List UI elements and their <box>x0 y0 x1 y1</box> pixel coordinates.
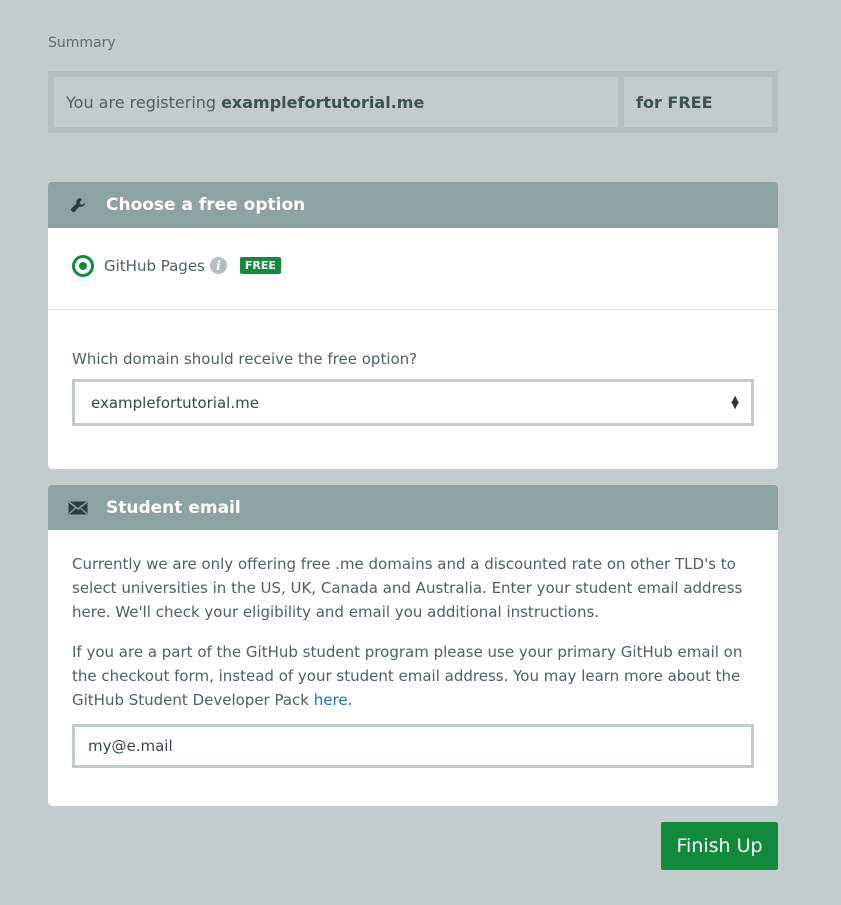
domain-select[interactable]: examplefortutorial.me ▲ ▼ <box>72 379 754 426</box>
student-email-title: Student email <box>106 497 241 518</box>
select-arrows-icon: ▲ ▼ <box>731 393 739 411</box>
radio-selected-dot <box>79 261 87 270</box>
email-input-value: my@e.mail <box>88 737 173 755</box>
student-email-input[interactable]: my@e.mail <box>72 724 754 768</box>
registering-domain: examplefortutorial.me <box>221 92 425 112</box>
github-pages-label: GitHub Pages <box>104 256 205 275</box>
info-icon[interactable]: i <box>209 257 227 274</box>
summary-box: You are registering examplefortutorial.m… <box>48 71 778 133</box>
free-badge: FREE <box>239 257 281 274</box>
paragraph-period: . <box>347 691 353 709</box>
envelope-icon <box>68 498 88 518</box>
domain-select-value: examplefortutorial.me <box>91 393 259 412</box>
developer-pack-link[interactable]: here <box>314 691 348 709</box>
student-email-header: Student email <box>48 485 778 530</box>
free-option-title: Choose a free option <box>106 195 306 215</box>
free-option-panel: Choose a free option GitHub Pages i FREE… <box>48 182 778 469</box>
registering-domain-text: You are registering examplefortutorial.m… <box>54 77 618 127</box>
wrench-icon <box>68 195 88 215</box>
eligibility-paragraph: Currently we are only offering free .me … <box>72 555 743 621</box>
student-email-panel: Student email Currently we are only offe… <box>48 485 778 806</box>
registering-prefix: You are registering <box>66 92 217 112</box>
domain-question: Which domain should receive the free opt… <box>72 350 418 368</box>
finish-up-button[interactable]: Finish Up <box>661 822 778 870</box>
github-pages-radio[interactable] <box>72 254 94 277</box>
student-email-text: Currently we are only offering free .me … <box>48 530 778 712</box>
github-program-text: If you are a part of the GitHub student … <box>72 643 743 709</box>
github-program-paragraph: If you are a part of the GitHub student … <box>72 640 754 712</box>
summary-label: Summary <box>48 35 116 51</box>
github-pages-option[interactable]: GitHub Pages i FREE <box>48 222 778 310</box>
price-label: for FREE <box>624 77 772 127</box>
